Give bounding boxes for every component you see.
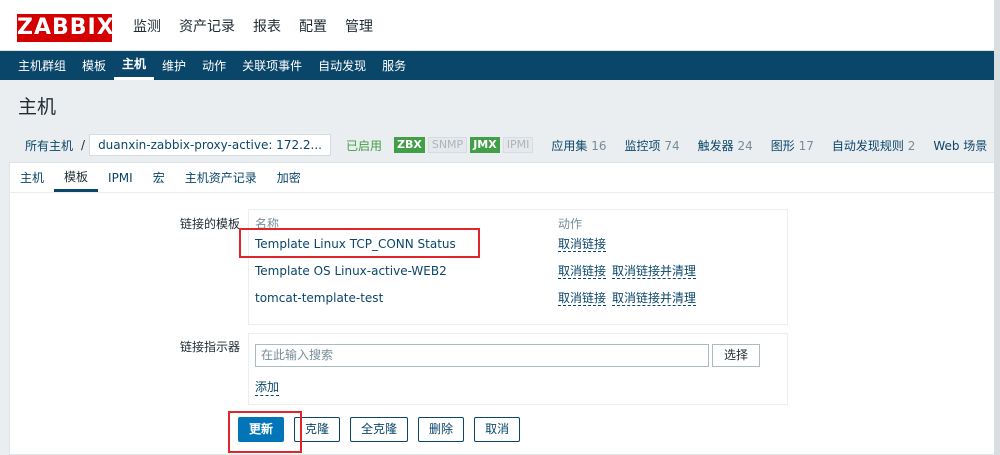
host-form-panel: 主机 模板 IPMI 宏 主机资产记录 加密 链接的模板 名称 动作 Templ… bbox=[9, 162, 1000, 455]
unlink-link[interactable]: 取消链接 bbox=[558, 237, 607, 252]
link-indicator-label: 链接指示器 bbox=[179, 340, 240, 354]
linked-templates-table: 名称 动作 Template Linux TCP_CONN Status 取消链… bbox=[248, 209, 788, 325]
subnav-discovery[interactable]: 自动发现 bbox=[310, 51, 374, 80]
breadcrumb-separator: / bbox=[81, 138, 86, 152]
triggers-link[interactable]: 触发器 24 bbox=[698, 137, 753, 154]
menu-reports[interactable]: 报表 bbox=[244, 0, 290, 51]
top-bar: ZABBIX 监测 资产记录 报表 配置 管理 bbox=[0, 0, 1000, 51]
full-clone-button[interactable]: 全克隆 bbox=[350, 417, 409, 442]
tab-inventory[interactable]: 主机资产记录 bbox=[175, 163, 267, 192]
template-name-link[interactable]: tomcat-template-test bbox=[255, 288, 383, 308]
applications-link[interactable]: 应用集 16 bbox=[551, 137, 606, 154]
menu-inventory[interactable]: 资产记录 bbox=[170, 0, 244, 51]
items-link[interactable]: 监控项 74 bbox=[624, 137, 679, 154]
menu-monitoring[interactable]: 监测 bbox=[124, 0, 170, 51]
unlink-link[interactable]: 取消链接 bbox=[558, 291, 607, 306]
unlink-link[interactable]: 取消链接 bbox=[558, 264, 607, 279]
subnav-correlation[interactable]: 关联项事件 bbox=[234, 51, 310, 80]
tab-macros[interactable]: 宏 bbox=[143, 163, 175, 192]
highlight-box-template bbox=[239, 228, 480, 258]
template-search-input[interactable]: 在此输入搜索 bbox=[255, 344, 709, 367]
snmp-badge: SNMP bbox=[427, 137, 468, 153]
breadcrumb-host[interactable]: duanxin-zabbix-proxy-active: 172.2... bbox=[89, 134, 331, 156]
zabbix-logo[interactable]: ZABBIX bbox=[17, 14, 114, 42]
subnav-hosts[interactable]: 主机 bbox=[114, 51, 155, 80]
sub-nav: 主机群组 模板 主机 维护 动作 关联项事件 自动发现 服务 bbox=[0, 51, 1000, 80]
tab-host[interactable]: 主机 bbox=[10, 163, 54, 192]
graphs-link[interactable]: 图形 17 bbox=[771, 137, 814, 154]
unlink-and-clear-link[interactable]: 取消链接并清理 bbox=[612, 291, 697, 306]
page-title: 主机 bbox=[18, 96, 57, 118]
unlink-and-clear-link[interactable]: 取消链接并清理 bbox=[612, 264, 697, 279]
ipmi-badge: IPMI bbox=[502, 137, 534, 153]
col-action-header: 动作 bbox=[558, 217, 583, 231]
discovery-rules-link[interactable]: 自动发现规则 2 bbox=[832, 137, 915, 154]
jmx-badge: JMX bbox=[470, 137, 500, 153]
breadcrumb: 所有主机 / duanxin-zabbix-proxy-active: 172.… bbox=[17, 132, 1000, 158]
delete-button[interactable]: 删除 bbox=[418, 417, 465, 442]
subnav-templates[interactable]: 模板 bbox=[74, 51, 114, 80]
tab-templates[interactable]: 模板 bbox=[54, 163, 99, 192]
cancel-button[interactable]: 取消 bbox=[474, 417, 521, 442]
tab-ipmi[interactable]: IPMI bbox=[98, 163, 143, 192]
status-enabled[interactable]: 已启用 bbox=[346, 137, 382, 154]
subnav-services[interactable]: 服务 bbox=[374, 51, 414, 80]
highlight-box-update bbox=[228, 411, 302, 453]
web-scenarios-link[interactable]: Web 场景 bbox=[933, 137, 987, 154]
page-scrollbar[interactable] bbox=[994, 0, 1000, 455]
top-menu: 监测 资产记录 报表 配置 管理 bbox=[124, 0, 382, 51]
select-button[interactable]: 选择 bbox=[712, 344, 760, 367]
tab-encryption[interactable]: 加密 bbox=[267, 163, 311, 192]
form-tabs: 主机 模板 IPMI 宏 主机资产记录 加密 bbox=[10, 163, 999, 193]
subnav-host-groups[interactable]: 主机群组 bbox=[10, 51, 74, 80]
subnav-maintenance[interactable]: 维护 bbox=[154, 51, 194, 80]
menu-administration[interactable]: 管理 bbox=[336, 0, 382, 51]
zbx-badge: ZBX bbox=[394, 137, 425, 153]
template-name-link[interactable]: Template OS Linux-active-WEB2 bbox=[255, 261, 447, 281]
menu-configuration[interactable]: 配置 bbox=[290, 0, 336, 51]
breadcrumb-all-hosts[interactable]: 所有主机 bbox=[17, 137, 81, 154]
add-link[interactable]: 添加 bbox=[255, 378, 280, 396]
linked-templates-label: 链接的模板 bbox=[179, 217, 240, 231]
page-header: 主机 bbox=[0, 80, 1000, 128]
subnav-actions[interactable]: 动作 bbox=[194, 51, 234, 80]
link-indicator-box: 在此输入搜索 选择 添加 bbox=[248, 333, 788, 405]
